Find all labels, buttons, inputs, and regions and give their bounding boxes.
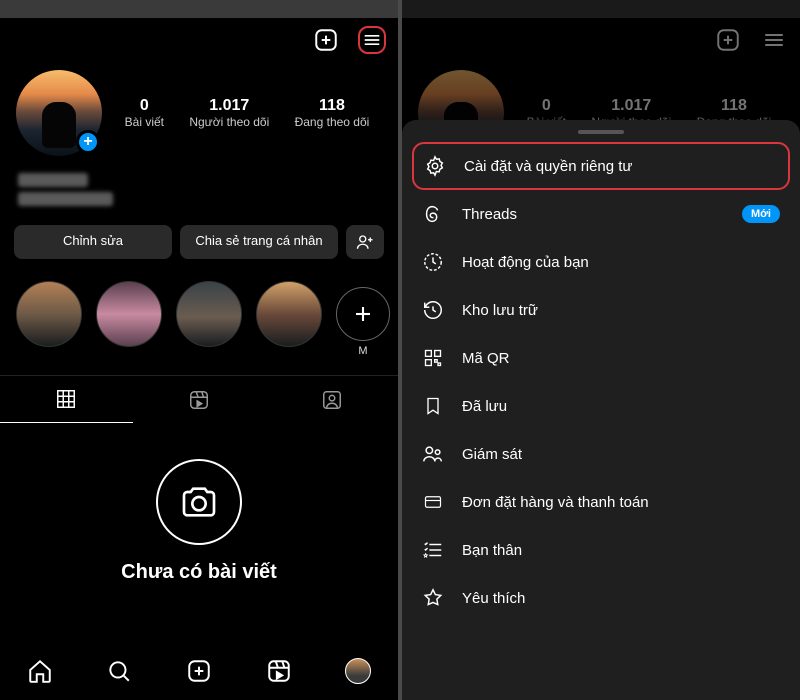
profile-stats: 0 Bài viết 1.017 Người theo dõi 118 Đang… bbox=[112, 97, 382, 129]
card-icon bbox=[422, 491, 444, 513]
menu-label: Bạn thân bbox=[462, 542, 522, 559]
stat-followers-label: Người theo dõi bbox=[189, 115, 269, 129]
share-profile-button[interactable]: Chia sẻ trang cá nhân bbox=[180, 225, 338, 259]
content-tabs bbox=[0, 375, 398, 423]
stat-following[interactable]: 118 Đang theo dõi bbox=[295, 97, 370, 129]
menu-settings-privacy[interactable]: Cài đặt và quyền riêng tư bbox=[412, 142, 790, 190]
tab-tagged[interactable] bbox=[265, 376, 398, 423]
nav-create[interactable] bbox=[186, 658, 212, 684]
stat-following-num: 118 bbox=[295, 97, 370, 115]
profile-header: + 0 Bài viết 1.017 Người theo dõi 118 Đa… bbox=[0, 62, 398, 164]
tab-reels[interactable] bbox=[133, 376, 266, 423]
menu-label: Đơn đặt hàng và thanh toán bbox=[462, 494, 649, 511]
people-icon bbox=[422, 443, 444, 465]
stat-posts[interactable]: 0 Bài viết bbox=[125, 97, 164, 129]
threads-icon bbox=[422, 203, 444, 225]
profile-screen: + 0 Bài viết 1.017 Người theo dõi 118 Đa… bbox=[0, 0, 398, 700]
menu-archive[interactable]: Kho lưu trữ bbox=[402, 286, 800, 334]
list-star-icon bbox=[422, 539, 444, 561]
highlight-new[interactable]: M bbox=[336, 281, 390, 357]
menu-label: Mã QR bbox=[462, 350, 510, 367]
menu-label: Hoạt động của bạn bbox=[462, 254, 589, 271]
create-post-button[interactable] bbox=[714, 26, 742, 54]
bio bbox=[0, 164, 398, 221]
bio-line-blurred bbox=[18, 192, 113, 206]
edit-profile-button[interactable]: Chỉnh sửa bbox=[14, 225, 172, 259]
camera-icon bbox=[156, 459, 242, 545]
nav-profile[interactable] bbox=[345, 658, 371, 684]
menu-orders-payments[interactable]: Đơn đặt hàng và thanh toán bbox=[402, 478, 800, 526]
stat-followers-num: 1.017 bbox=[189, 97, 269, 115]
menu-qr[interactable]: Mã QR bbox=[402, 334, 800, 382]
bookmark-icon bbox=[422, 395, 444, 417]
menu-label: Đã lưu bbox=[462, 398, 507, 415]
highlight-new-label: M bbox=[358, 345, 367, 357]
status-bar bbox=[402, 0, 800, 18]
menu-your-activity[interactable]: Hoạt động của bạn bbox=[402, 238, 800, 286]
menu-saved[interactable]: Đã lưu bbox=[402, 382, 800, 430]
tab-grid[interactable] bbox=[0, 376, 133, 423]
discover-people-button[interactable] bbox=[346, 225, 384, 259]
top-bar bbox=[0, 18, 398, 62]
nav-home[interactable] bbox=[27, 658, 53, 684]
status-bar bbox=[0, 0, 398, 18]
sheet-grabber[interactable] bbox=[578, 130, 624, 134]
top-bar bbox=[402, 18, 800, 62]
menu-supervision[interactable]: Giám sát bbox=[402, 430, 800, 478]
highlight-item[interactable] bbox=[256, 281, 322, 347]
stat-followers[interactable]: 1.017 Người theo dõi bbox=[189, 97, 269, 129]
add-story-icon[interactable]: + bbox=[76, 130, 100, 154]
options-sheet: Cài đặt và quyền riêng tư Threads Mới Ho… bbox=[402, 120, 800, 700]
menu-label: Yêu thích bbox=[462, 590, 525, 607]
highlight-item[interactable] bbox=[176, 281, 242, 347]
new-badge: Mới bbox=[742, 205, 780, 223]
stat-posts-num: 0 bbox=[125, 97, 164, 115]
hamburger-menu-button[interactable] bbox=[760, 26, 788, 54]
highlight-item[interactable] bbox=[96, 281, 162, 347]
create-post-button[interactable] bbox=[312, 26, 340, 54]
highlight-item[interactable] bbox=[16, 281, 82, 347]
empty-text: Chưa có bài viết bbox=[121, 561, 277, 584]
clock-icon bbox=[422, 251, 444, 273]
nav-search[interactable] bbox=[106, 658, 132, 684]
menu-label: Kho lưu trữ bbox=[462, 302, 538, 319]
nav-reels[interactable] bbox=[266, 658, 292, 684]
menu-label: Giám sát bbox=[462, 446, 522, 463]
profile-screen-with-menu: 0 Bài viết 1.017 Người theo dõi 118 Đang… bbox=[402, 0, 800, 700]
menu-threads[interactable]: Threads Mới bbox=[402, 190, 800, 238]
stat-posts-label: Bài viết bbox=[125, 115, 164, 129]
bottom-nav bbox=[0, 648, 398, 700]
story-highlights: M bbox=[0, 263, 398, 363]
history-icon bbox=[422, 299, 444, 321]
stat-following-label: Đang theo dõi bbox=[295, 115, 370, 129]
menu-label: Cài đặt và quyền riêng tư bbox=[464, 158, 632, 175]
profile-actions: Chỉnh sửa Chia sẻ trang cá nhân bbox=[0, 221, 398, 263]
menu-favorites[interactable]: Yêu thích bbox=[402, 574, 800, 622]
gear-icon bbox=[424, 155, 446, 177]
hamburger-menu-button[interactable] bbox=[358, 26, 386, 54]
bio-line-blurred bbox=[18, 173, 88, 187]
menu-label: Threads bbox=[462, 206, 517, 223]
avatar[interactable]: + bbox=[16, 70, 102, 156]
qr-icon bbox=[422, 347, 444, 369]
menu-close-friends[interactable]: Bạn thân bbox=[402, 526, 800, 574]
star-icon bbox=[422, 587, 444, 609]
empty-state: Chưa có bài viết bbox=[0, 423, 398, 604]
